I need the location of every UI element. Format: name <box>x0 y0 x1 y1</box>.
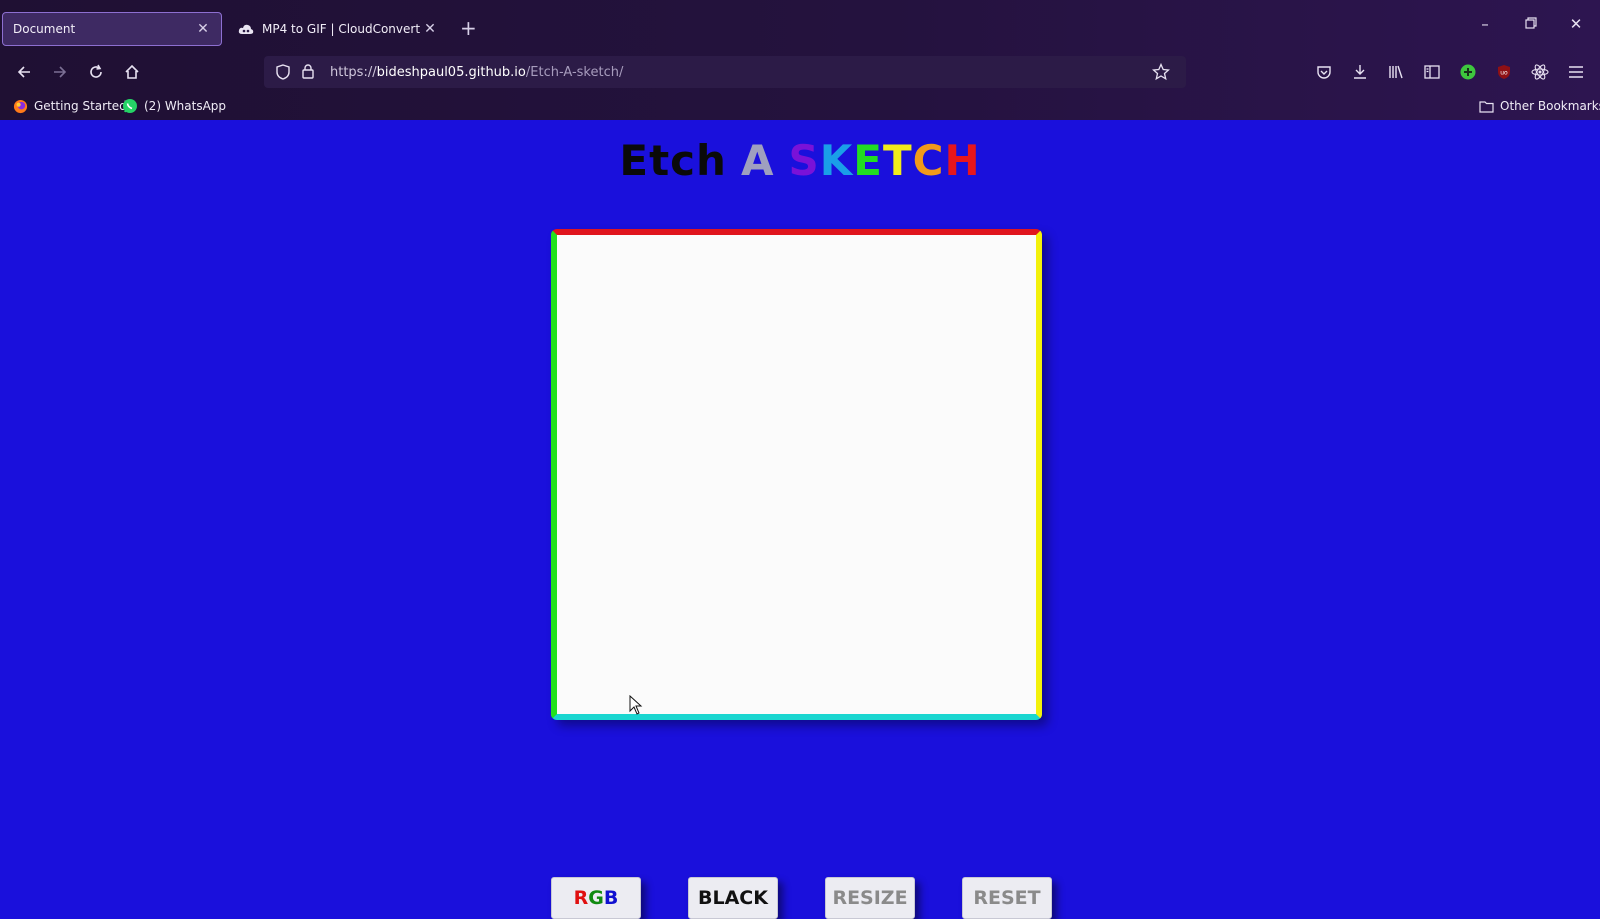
url-text[interactable]: https://bideshpaul05.github.io/Etch-A-sk… <box>330 65 623 80</box>
title-word-etch: Etch <box>619 136 727 185</box>
bookmarks-bar: Getting Started (2) WhatsApp Other Bookm… <box>0 94 1600 118</box>
folder-icon <box>1478 98 1494 114</box>
svg-text:uo: uo <box>1500 70 1508 77</box>
title-letter: C <box>912 136 945 185</box>
shield-icon[interactable] <box>276 64 290 84</box>
bookmark-star-icon[interactable] <box>1151 62 1171 85</box>
lock-icon[interactable] <box>302 64 314 83</box>
sidebar-icon[interactable] <box>1422 62 1442 82</box>
title-word-a: A <box>740 136 775 185</box>
title-letter: E <box>853 136 883 185</box>
menu-icon[interactable] <box>1566 62 1586 82</box>
tab-bar: Document ✕ MP4 to GIF | CloudConvert ✕ +… <box>0 0 1600 46</box>
tab-label: Document <box>13 22 76 36</box>
bookmark-label: Getting Started <box>34 99 127 113</box>
bookmark-label: Other Bookmarks <box>1500 99 1600 113</box>
close-window-icon[interactable]: ✕ <box>1566 14 1586 34</box>
title-letter: T <box>882 136 913 185</box>
minimize-icon[interactable]: – <box>1475 14 1495 34</box>
reset-button[interactable]: RESET <box>962 877 1052 919</box>
bookmark-getting-started[interactable]: Getting Started <box>12 97 127 115</box>
title-letter: S <box>788 136 820 185</box>
rgb-button[interactable]: RGB <box>551 877 641 919</box>
close-icon[interactable]: ✕ <box>422 21 438 37</box>
resize-button[interactable]: RESIZE <box>825 877 915 919</box>
mouse-cursor-icon <box>629 694 643 719</box>
restore-icon[interactable] <box>1521 14 1541 34</box>
bookmark-other[interactable]: Other Bookmarks <box>1478 97 1600 115</box>
download-icon[interactable] <box>1350 62 1370 82</box>
reload-icon[interactable] <box>86 62 106 82</box>
page-title: Etch A SKETCH <box>0 136 1600 185</box>
nav-bar: https://bideshpaul05.github.io/Etch-A-sk… <box>0 52 1600 92</box>
back-icon[interactable] <box>14 62 34 82</box>
home-icon[interactable] <box>122 62 142 82</box>
bookmark-whatsapp[interactable]: (2) WhatsApp <box>122 97 226 115</box>
close-icon[interactable]: ✕ <box>195 21 211 37</box>
url-scheme: https:// <box>330 64 377 80</box>
bookmark-label: (2) WhatsApp <box>144 99 227 113</box>
rgb-letter: B <box>603 887 619 909</box>
sketch-board[interactable] <box>551 229 1042 720</box>
pocket-icon[interactable] <box>1314 62 1334 82</box>
tab-label: MP4 to GIF | CloudConvert <box>262 22 421 36</box>
tab-document[interactable]: Document ✕ <box>2 12 222 46</box>
browser-chrome: Document ✕ MP4 to GIF | CloudConvert ✕ +… <box>0 0 1600 120</box>
title-letter: K <box>819 136 854 185</box>
black-button[interactable]: BLACK <box>688 877 778 919</box>
new-tab-icon[interactable]: + <box>460 18 477 38</box>
rgb-letter: G <box>588 887 604 909</box>
tab-cloudconvert[interactable]: MP4 to GIF | CloudConvert ✕ <box>228 12 448 46</box>
library-icon[interactable] <box>1386 62 1406 82</box>
extension-plus-icon[interactable] <box>1458 62 1478 82</box>
url-host: bideshpaul05.github.io <box>376 64 526 80</box>
page-content: Etch A SKETCH RGB BLACK RESIZE RESET <box>0 120 1600 919</box>
title-word-sketch: SKETCH <box>788 136 980 185</box>
cloud-icon <box>238 23 254 35</box>
url-path: /Etch-A-sketch/ <box>525 64 624 80</box>
firefox-icon <box>12 98 28 114</box>
react-devtools-icon[interactable] <box>1530 62 1550 82</box>
ublock-icon[interactable]: uo <box>1494 62 1514 82</box>
rgb-letter: R <box>573 887 589 909</box>
title-letter: H <box>944 136 981 185</box>
whatsapp-icon <box>122 98 138 114</box>
forward-icon[interactable] <box>50 62 70 82</box>
url-bar[interactable]: https://bideshpaul05.github.io/Etch-A-sk… <box>264 56 1186 88</box>
